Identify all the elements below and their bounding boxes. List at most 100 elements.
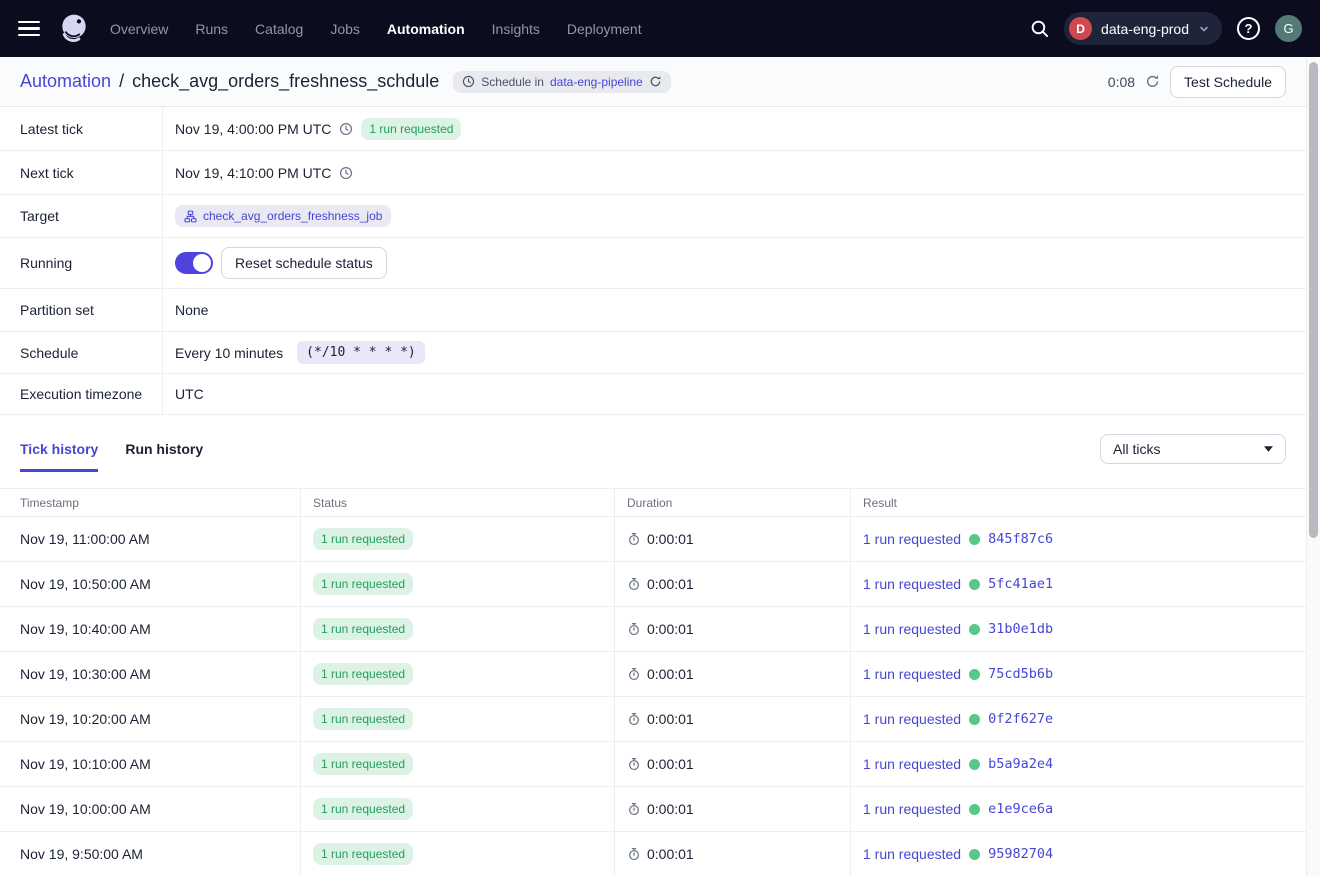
tick-timestamp: Nov 19, 11:00:00 AM — [0, 517, 300, 561]
table-row: Nov 19, 11:00:00 AM 1 run requested 0:00… — [0, 517, 1306, 562]
clock-icon — [462, 75, 475, 88]
avatar[interactable]: G — [1275, 15, 1302, 42]
breadcrumb-automation-link[interactable]: Automation — [20, 71, 111, 92]
run-id-link[interactable]: 0f2f627e — [988, 711, 1053, 727]
tick-filter-value: All ticks — [1113, 441, 1160, 457]
run-id-link[interactable]: 31b0e1db — [988, 621, 1053, 637]
history-tabs: Tick history Run history All ticks — [0, 415, 1306, 472]
timezone-value: UTC — [175, 386, 204, 402]
nav-item-insights[interactable]: Insights — [492, 21, 540, 37]
tick-duration: 0:00:01 — [647, 621, 694, 637]
stopwatch-icon — [627, 802, 641, 816]
run-id-link[interactable]: e1e9ce6a — [988, 801, 1053, 817]
tick-timestamp: Nov 19, 10:00:00 AM — [0, 787, 300, 831]
job-graph-icon — [184, 210, 197, 223]
run-id-link[interactable]: 75cd5b6b — [988, 666, 1053, 682]
tick-timestamp: Nov 19, 9:50:00 AM — [0, 832, 300, 876]
runs-requested-link[interactable]: 1 run requested — [863, 531, 961, 547]
stopwatch-icon — [627, 577, 641, 591]
nav-item-catalog[interactable]: Catalog — [255, 21, 303, 37]
tick-duration: 0:00:01 — [647, 801, 694, 817]
tick-timestamp: Nov 19, 10:30:00 AM — [0, 652, 300, 696]
detail-label: Latest tick — [0, 107, 163, 150]
run-id-link[interactable]: 5fc41ae1 — [988, 576, 1053, 592]
top-nav: Overview Runs Catalog Jobs Automation In… — [0, 0, 1320, 57]
reset-schedule-status-button[interactable]: Reset schedule status — [221, 247, 387, 279]
chevron-down-icon — [1198, 23, 1210, 35]
run-id-link[interactable]: b5a9a2e4 — [988, 756, 1053, 772]
status-badge: 1 run requested — [313, 753, 413, 775]
clock-icon — [339, 122, 353, 136]
status-badge: 1 run requested — [313, 618, 413, 640]
status-badge: 1 run requested — [313, 528, 413, 550]
tab-run-history[interactable]: Run history — [125, 441, 203, 472]
nav-item-jobs[interactable]: Jobs — [330, 21, 360, 37]
detail-row-schedule: Schedule Every 10 minutes (*/10 * * * *) — [0, 332, 1306, 374]
pipeline-link[interactable]: data-eng-pipeline — [550, 75, 643, 89]
workspace-name: data-eng-prod — [1101, 21, 1189, 37]
status-badge: 1 run requested — [313, 843, 413, 865]
latest-tick-time: Nov 19, 4:00:00 PM UTC — [175, 121, 331, 137]
search-icon[interactable] — [1030, 19, 1049, 38]
run-id-link[interactable]: 95982704 — [988, 846, 1053, 862]
runs-requested-link[interactable]: 1 run requested — [863, 666, 961, 682]
detail-row-execution-timezone: Execution timezone UTC — [0, 374, 1306, 415]
stopwatch-icon — [627, 712, 641, 726]
reload-icon[interactable] — [649, 75, 662, 88]
table-row: Nov 19, 10:20:00 AM 1 run requested 0:00… — [0, 697, 1306, 742]
nav-item-deployment[interactable]: Deployment — [567, 21, 642, 37]
detail-label: Next tick — [0, 151, 163, 194]
run-success-dot — [969, 624, 980, 635]
col-duration: Duration — [614, 489, 850, 516]
detail-label: Schedule — [0, 332, 163, 373]
tick-duration: 0:00:01 — [647, 576, 694, 592]
status-badge: 1 run requested — [313, 663, 413, 685]
status-badge: 1 run requested — [361, 118, 461, 140]
target-job-link[interactable]: check_avg_orders_freshness_job — [175, 205, 391, 227]
stopwatch-icon — [627, 757, 641, 771]
test-schedule-button[interactable]: Test Schedule — [1170, 66, 1286, 98]
status-badge: 1 run requested — [313, 708, 413, 730]
detail-row-partition-set: Partition set None — [0, 289, 1306, 332]
run-success-dot — [969, 849, 980, 860]
table-row: Nov 19, 9:50:00 AM 1 run requested 0:00:… — [0, 832, 1306, 876]
runs-requested-link[interactable]: 1 run requested — [863, 576, 961, 592]
runs-requested-link[interactable]: 1 run requested — [863, 846, 961, 862]
detail-row-running: Running Reset schedule status — [0, 238, 1306, 289]
col-result: Result — [850, 489, 1306, 516]
runs-requested-link[interactable]: 1 run requested — [863, 621, 961, 637]
col-timestamp: Timestamp — [0, 489, 300, 516]
refresh-countdown: 0:08 — [1108, 74, 1135, 90]
running-toggle[interactable] — [175, 252, 213, 274]
table-row: Nov 19, 10:30:00 AM 1 run requested 0:00… — [0, 652, 1306, 697]
nav-item-automation[interactable]: Automation — [387, 21, 465, 37]
workspace-switcher[interactable]: D data-eng-prod — [1064, 12, 1222, 45]
scrollbar-thumb[interactable] — [1309, 62, 1318, 538]
tick-filter-select[interactable]: All ticks — [1100, 434, 1286, 464]
run-success-dot — [969, 714, 980, 725]
page-scrollbar[interactable] — [1306, 58, 1320, 876]
run-success-dot — [969, 534, 980, 545]
table-row: Nov 19, 10:40:00 AM 1 run requested 0:00… — [0, 607, 1306, 652]
help-icon[interactable]: ? — [1237, 17, 1260, 40]
tick-duration: 0:00:01 — [647, 711, 694, 727]
status-badge: 1 run requested — [313, 798, 413, 820]
runs-requested-link[interactable]: 1 run requested — [863, 711, 961, 727]
schedule-details: Latest tick Nov 19, 4:00:00 PM UTC 1 run… — [0, 107, 1306, 415]
runs-requested-link[interactable]: 1 run requested — [863, 756, 961, 772]
detail-row-next-tick: Next tick Nov 19, 4:10:00 PM UTC — [0, 151, 1306, 195]
dagster-logo-icon[interactable] — [56, 11, 92, 47]
tab-tick-history[interactable]: Tick history — [20, 441, 98, 472]
stopwatch-icon — [627, 667, 641, 681]
status-badge: 1 run requested — [313, 573, 413, 595]
runs-requested-link[interactable]: 1 run requested — [863, 801, 961, 817]
refresh-icon[interactable] — [1145, 74, 1160, 89]
tick-duration: 0:00:01 — [647, 756, 694, 772]
nav-item-runs[interactable]: Runs — [195, 21, 228, 37]
run-id-link[interactable]: 845f87c6 — [988, 531, 1053, 547]
table-row: Nov 19, 10:50:00 AM 1 run requested 0:00… — [0, 562, 1306, 607]
tick-timestamp: Nov 19, 10:20:00 AM — [0, 697, 300, 741]
nav-item-overview[interactable]: Overview — [110, 21, 168, 37]
hamburger-menu-icon[interactable] — [18, 21, 40, 37]
stopwatch-icon — [627, 532, 641, 546]
